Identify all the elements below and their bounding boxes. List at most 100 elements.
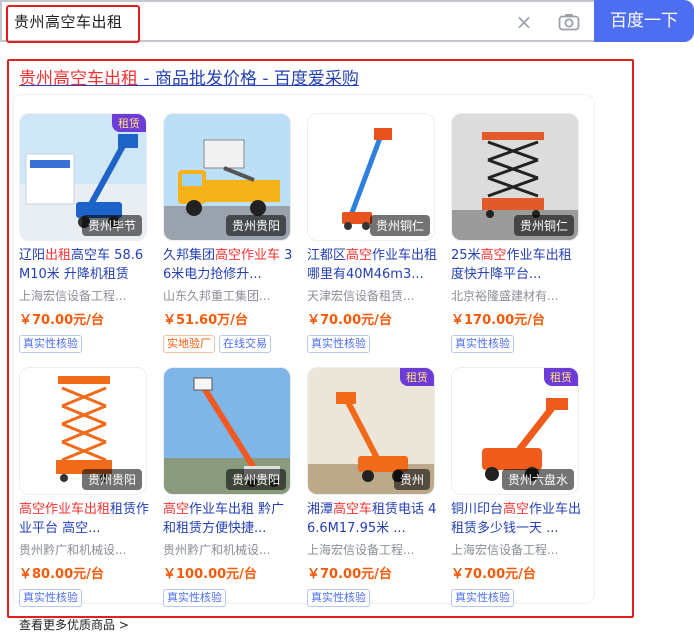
title-text: 辽阳 [19,248,46,263]
region-label: 贵州贵阳 [225,215,286,236]
seller-name[interactable]: 山东久邦重工集团... [163,287,293,304]
region-label: 贵州贵阳 [225,469,286,490]
product-title-link[interactable]: 江都区高空作业车出租哪里有40M46m3... [307,246,439,284]
badge-row: 实地验厂 在线交易 [163,332,275,353]
camera-icon[interactable] [558,13,580,31]
product-title-link[interactable]: 高空作业车出租租赁作业平台 高空... [19,500,151,538]
product-title-link[interactable]: 高空作业车出租 黔广和租赁方便快捷... [163,500,295,538]
price: ￥70.00元/台 [307,567,392,582]
seller-name[interactable]: 天津宏信设备租赁... [307,287,437,304]
product-title-link[interactable]: 25米高空作业车出租度快升降平台... [451,246,583,284]
result-title-keyword: 贵州高空车出租 [19,69,138,89]
result-title-rest: - 商品批发价格 - 百度爱采购 [138,69,359,89]
title-text: 久邦集团 [163,248,216,263]
verification-badge[interactable]: 实地验厂 [163,335,215,353]
title-text: 作业车出租 [189,502,255,517]
rent-tag: 租赁 [400,368,434,386]
badge-row: 真实性核验 [307,332,374,353]
search-bar: 贵州高空车出租 × 百度一下 [0,0,694,43]
product-card[interactable]: 租赁贵州毕节辽阳出租高空车 58.6M10米 升降机租赁上海宏信设备工程... ￥… [19,113,149,353]
title-text: 租赁多少钱一天 ... [451,521,559,536]
badge-row: 真实性核验 [19,586,86,607]
verification-badge[interactable]: 真实性核验 [451,335,514,353]
region-label: 贵州六盘水 [501,469,574,490]
seller-name[interactable]: 上海宏信设备工程... [451,541,581,558]
verification-badge[interactable]: 真实性核验 [307,589,370,607]
price: ￥51.60万/台 [163,313,248,328]
verification-badge[interactable]: 真实性核验 [307,335,370,353]
title-text: 江都区 [307,248,347,263]
region-label: 贵州毕节 [81,215,142,236]
product-title-link[interactable]: 湘潭高空车租赁电话 46.6M17.95米 ... [307,500,439,538]
seller-name[interactable]: 贵州黔广和机械设... [19,541,149,558]
product-image[interactable]: 租赁贵州六盘水 [451,367,579,495]
title-keyword: 高空 [480,248,507,263]
verification-badge[interactable]: 真实性核验 [19,335,82,353]
verification-badge[interactable]: 在线交易 [219,335,271,353]
title-keyword: 高空作业车出租 [19,502,111,517]
title-text: 25米 [451,248,481,263]
title-text: 租赁 [110,502,137,517]
product-image[interactable]: 贵州铜仁 [451,113,579,241]
product-card[interactable]: 贵州贵阳高空作业车出租 黔广和租赁方便快捷... 贵州黔广和机械设... ￥100.… [163,367,293,607]
verification-badge[interactable]: 真实性核验 [163,589,226,607]
rent-tag: 租赁 [112,114,146,132]
price: ￥70.00元/台 [307,313,392,328]
badge-row: 真实性核验 [451,586,518,607]
search-button[interactable]: 百度一下 [594,0,694,42]
title-text: 作业车出 [529,502,582,517]
product-image[interactable]: 租赁贵州 [307,367,435,495]
title-text: 度快升降平台... [451,267,542,282]
region-label: 贵州铜仁 [513,215,574,236]
product-title-link[interactable]: 久邦集团高空作业车 36米电力抢修升... [163,246,295,284]
title-text: 作业 [372,248,399,263]
product-title-link[interactable]: 辽阳出租高空车 58.6M10米 升降机租赁 [19,246,151,284]
product-image[interactable]: 贵州贵阳 [19,367,147,495]
title-text: 高空车 [71,248,111,263]
seller-name[interactable]: 上海宏信设备工程... [307,541,437,558]
title-text: 作业车出租 [506,248,572,263]
verification-badge[interactable]: 真实性核验 [19,589,82,607]
price: ￥170.00元/台 [451,313,545,328]
product-card[interactable]: 租赁贵州六盘水铜川印台高空作业车出租赁多少钱一天 ... 上海宏信设备工程... ￥… [451,367,581,607]
price: ￥70.00元/台 [451,567,536,582]
price: ￥100.00元/台 [163,567,257,582]
title-keyword: 高空 [163,502,190,517]
product-title-link[interactable]: 铜川印台高空作业车出租赁多少钱一天 ... [451,500,583,538]
seller-name[interactable]: 北京裕隆盛建材有... [451,287,581,304]
title-text: 铜川印台 [451,502,504,517]
region-label: 贵州铜仁 [369,215,430,236]
title-text: 租 [372,502,386,517]
badge-row: 真实性核验 [163,586,230,607]
seller-name[interactable]: 上海宏信设备工程... [19,287,149,304]
title-text: 湘潭 [307,502,334,517]
region-label: 贵州贵阳 [81,469,142,490]
product-image[interactable]: 贵州铜仁 [307,113,435,241]
product-card[interactable]: 贵州铜仁江都区高空作业车出租哪里有40M46m3... 天津宏信设备租赁... ￥7… [307,113,437,353]
verification-badge[interactable]: 真实性核验 [451,589,514,607]
title-keyword: 出租 [45,248,72,263]
badge-row: 真实性核验 [451,332,518,353]
product-card[interactable]: 贵州铜仁 25米高空作业车出租度快升降平台... 北京裕隆盛建材有... ￥170.0… [451,113,581,353]
price: ￥70.00元/台 [19,313,104,328]
badge-row: 真实性核验 [19,332,86,353]
rent-tag: 租赁 [544,368,578,386]
more-products-link[interactable]: 查看更多优质商品 > [19,616,129,633]
product-image[interactable]: 租赁贵州毕节 [19,113,147,241]
title-keyword: 高空车 [333,502,373,517]
seller-name[interactable]: 贵州黔广和机械设... [163,541,293,558]
product-card[interactable]: 租赁贵州湘潭高空车租赁电话 46.6M17.95米 ... 上海宏信设备工程...… [307,367,437,607]
product-card[interactable]: 贵州贵阳久邦集团高空作业车 36米电力抢修升... 山东久邦重工集团... ￥51.… [163,113,293,353]
title-keyword: 高空 [346,248,373,263]
title-keyword: 高空作业车 [215,248,281,263]
product-image[interactable]: 贵州贵阳 [163,367,291,495]
close-icon[interactable]: × [514,12,534,32]
product-image[interactable]: 贵州贵阳 [163,113,291,241]
title-keyword: 高空 [503,502,530,517]
query-highlight-box [6,5,140,43]
region-label: 贵州 [393,469,430,490]
product-card[interactable]: 贵州贵阳高空作业车出租租赁作业平台 高空... 贵州黔广和机械设... ￥80.00… [19,367,149,607]
result-title-link[interactable]: 贵州高空车出租 - 商品批发价格 - 百度爱采购 [19,64,359,89]
price: ￥80.00元/台 [19,567,104,582]
badge-row: 真实性核验 [307,586,374,607]
